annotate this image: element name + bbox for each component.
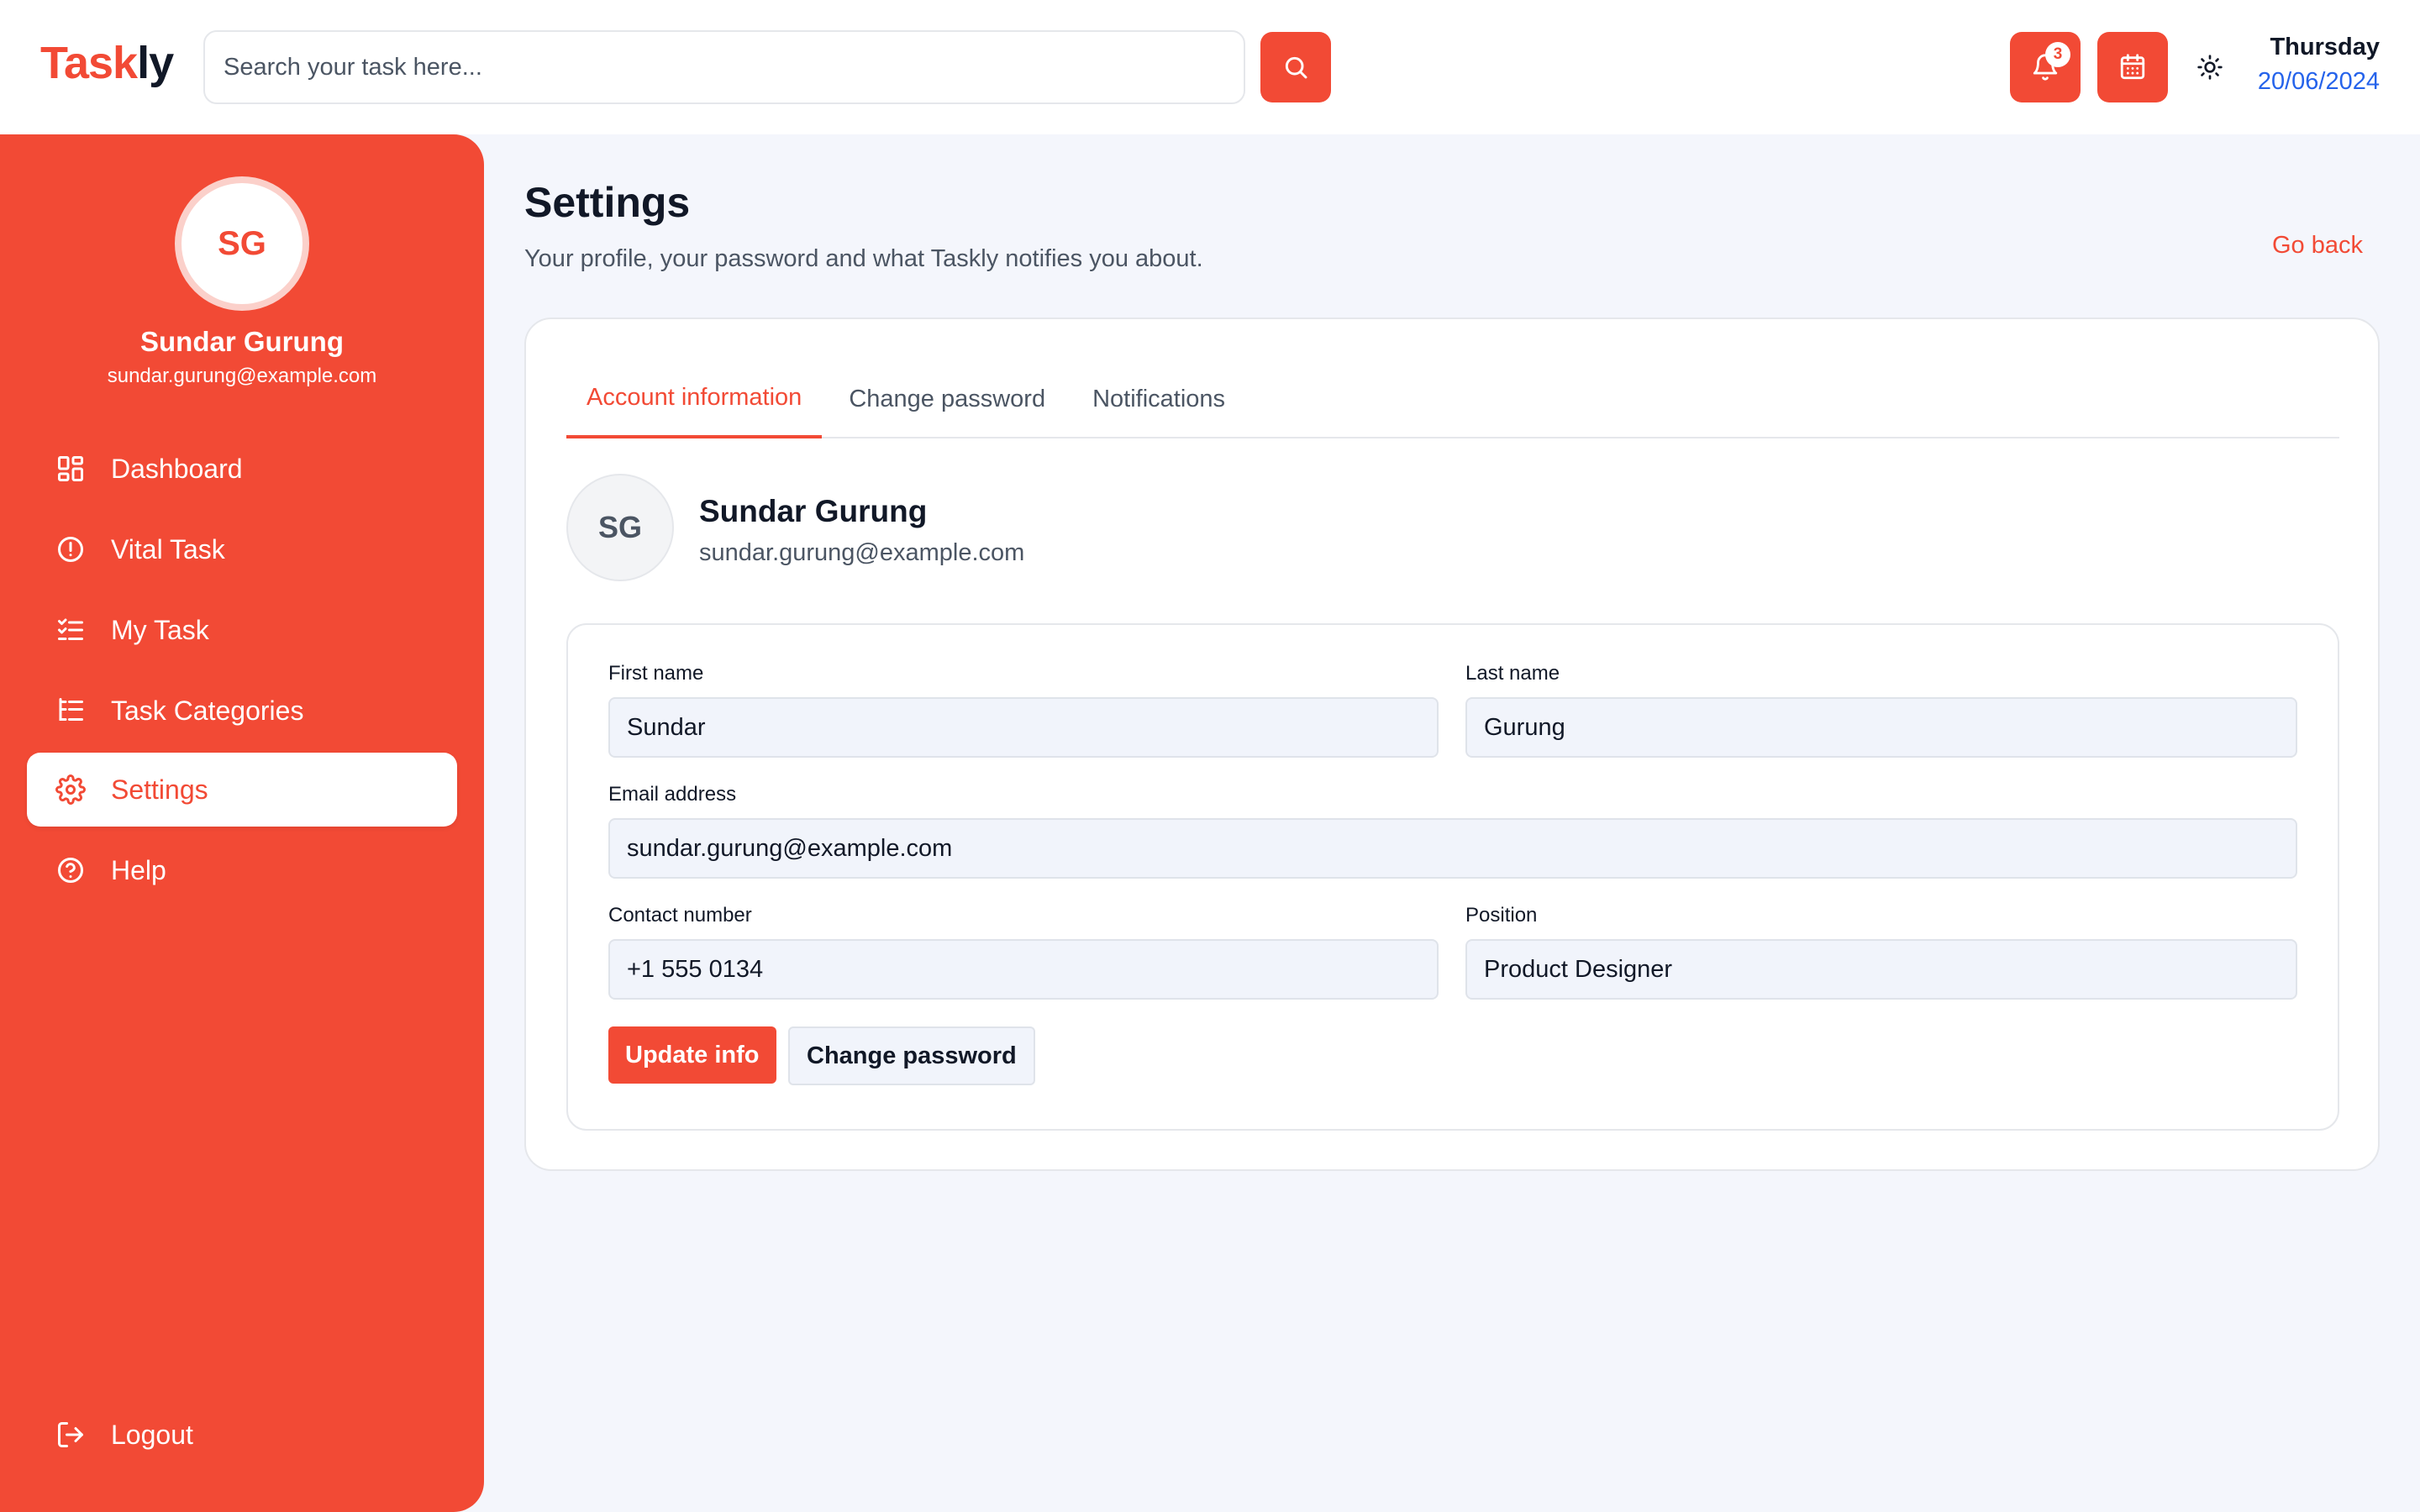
logo-part-task: Task	[40, 38, 138, 88]
date-day: Thursday	[2270, 34, 2380, 60]
sidebar-user-email: sundar.gurung@example.com	[107, 365, 377, 387]
profile-email: sundar.gurung@example.com	[699, 539, 1025, 566]
page-subtitle: Your profile, your password and what Tas…	[524, 245, 1203, 272]
sidebar-item-label: Settings	[111, 774, 208, 805]
dashboard-icon	[54, 452, 87, 486]
sidebar-item-dashboard[interactable]: Dashboard	[27, 432, 457, 506]
logo-part-ly: ly	[137, 38, 174, 88]
settings-card: Account information Change password Noti…	[524, 318, 2380, 1171]
last-name-label: Last name	[1465, 662, 1560, 685]
taskly-logo[interactable]: Taskly	[40, 37, 174, 89]
tab-notifications[interactable]: Notifications	[1072, 360, 1245, 438]
sidebar-item-vital-task[interactable]: Vital Task	[27, 512, 457, 586]
date-value: 20/06/2024	[2257, 68, 2380, 95]
profile-name: Sundar Gurung	[699, 494, 928, 528]
sidebar-item-label: Task Categories	[111, 695, 304, 726]
logout-button[interactable]: Logout	[27, 1398, 457, 1472]
logout-icon	[54, 1418, 87, 1452]
logout-label: Logout	[111, 1419, 193, 1450]
profile-avatar: SG	[566, 474, 674, 581]
gear-icon	[54, 773, 87, 806]
first-name-field[interactable]	[608, 697, 1439, 758]
position-label: Position	[1465, 904, 1538, 927]
go-back-link[interactable]: Go back	[2272, 232, 2363, 260]
theme-toggle-button[interactable]	[2191, 49, 2228, 86]
search-button[interactable]	[1260, 32, 1331, 102]
account-form: First name Last name Email address Conta…	[566, 623, 2339, 1131]
email-label: Email address	[608, 783, 737, 806]
search-icon	[1285, 56, 1307, 79]
list-tree-icon	[54, 694, 87, 727]
sidebar-item-settings[interactable]: Settings	[27, 753, 457, 827]
update-info-button[interactable]: Update info	[608, 1026, 776, 1084]
calendar-icon	[2120, 54, 2145, 80]
top-bar: Taskly 3 Thursday 20/06/2024	[0, 0, 2420, 134]
sidebar-item-label: My Task	[111, 614, 209, 645]
calendar-button[interactable]	[2097, 32, 2168, 102]
search-input[interactable]	[203, 30, 1245, 104]
sun-icon	[2197, 55, 2223, 80]
page-title: Settings	[524, 179, 691, 226]
contact-number-label: Contact number	[608, 904, 752, 927]
sidebar: SG Sundar Gurung sundar.gurung@example.c…	[0, 134, 484, 1512]
sidebar-item-task-categories[interactable]: Task Categories	[27, 674, 457, 748]
checklist-icon	[54, 613, 87, 647]
help-circle-icon	[54, 853, 87, 887]
current-date: Thursday 20/06/2024	[2258, 34, 2380, 96]
contact-number-field[interactable]	[608, 939, 1439, 1000]
last-name-field[interactable]	[1465, 697, 2297, 758]
sidebar-item-help[interactable]: Help	[27, 833, 457, 907]
tab-account-information[interactable]: Account information	[566, 360, 823, 438]
notification-count-badge: 3	[2045, 42, 2070, 67]
change-password-button[interactable]: Change password	[788, 1026, 1035, 1085]
sidebar-item-label: Dashboard	[111, 453, 243, 484]
sidebar-item-my-task[interactable]: My Task	[27, 593, 457, 667]
sidebar-item-label: Vital Task	[111, 533, 225, 564]
main-content: Settings Your profile, your password and…	[484, 134, 2420, 1512]
sidebar-user-name: Sundar Gurung	[140, 326, 344, 357]
avatar[interactable]: SG	[175, 176, 309, 311]
first-name-label: First name	[608, 662, 704, 685]
alert-circle-icon	[54, 533, 87, 566]
tab-change-password[interactable]: Change password	[829, 360, 1065, 438]
email-field[interactable]	[608, 818, 2297, 879]
settings-tabs: Account information Change password Noti…	[566, 360, 2339, 438]
sidebar-item-label: Help	[111, 854, 166, 885]
position-field[interactable]	[1465, 939, 2297, 1000]
notifications-button[interactable]: 3	[2010, 32, 2081, 102]
